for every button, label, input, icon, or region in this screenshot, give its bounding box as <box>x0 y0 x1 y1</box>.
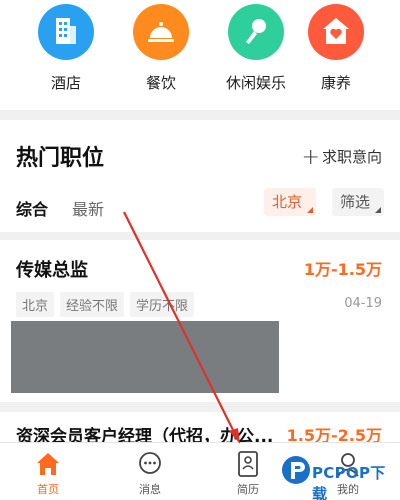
job-tag: 经验不限 <box>60 292 125 317</box>
dish-cover-icon <box>133 4 189 60</box>
nav-resume[interactable]: 简历 <box>218 449 278 497</box>
section-title: 热门职位 <box>16 146 105 171</box>
filter-button[interactable]: 筛选 <box>332 188 385 216</box>
plus-icon: + <box>301 145 320 170</box>
job-tag: 北京 <box>16 292 55 317</box>
watermark-text: PCPOP下载 <box>312 464 386 500</box>
category-label: 康养 <box>320 74 351 92</box>
redacted-block <box>11 321 279 393</box>
tab-comprehensive[interactable]: 综合 <box>16 196 48 220</box>
city-filter[interactable]: 北京 <box>264 188 317 216</box>
pcpop-watermark: PCPOP下载 <box>280 452 398 500</box>
building-icon <box>38 4 94 60</box>
heart-house-icon <box>308 4 364 60</box>
category-wellness[interactable]: 康养 <box>296 4 376 93</box>
category-label: 酒店 <box>50 74 81 92</box>
chat-icon <box>120 449 180 477</box>
nav-home[interactable]: 首页 <box>18 449 78 497</box>
section-separator <box>0 110 400 120</box>
nav-label: 消息 <box>139 483 161 496</box>
home-icon <box>18 449 78 477</box>
job-intent-button[interactable]: + 求职意向 <box>301 145 382 170</box>
resume-icon <box>218 449 278 477</box>
category-leisure[interactable]: 休闲娱乐 <box>216 4 296 93</box>
dropdown-corner-icon <box>307 207 314 213</box>
job-date: 04-19 <box>344 296 382 311</box>
list-divider <box>0 402 400 412</box>
nav-messages[interactable]: 消息 <box>120 449 180 497</box>
job-tags: 北京 经验不限 学历不限 <box>16 292 200 317</box>
job-intent-label: 求职意向 <box>321 148 382 166</box>
category-row: 酒店 餐饮 休闲娱乐 康养 <box>0 0 400 110</box>
category-hotel[interactable]: 酒店 <box>26 4 106 93</box>
filter-label: 筛选 <box>340 193 371 211</box>
pcpop-logo-icon <box>282 456 310 484</box>
microphone-icon <box>228 4 284 60</box>
tab-latest[interactable]: 最新 <box>72 196 104 220</box>
nav-label: 简历 <box>237 483 259 496</box>
job-title[interactable]: 传媒总监 <box>16 256 88 282</box>
hot-jobs-section: 热门职位 + 求职意向 综合 最新 北京 筛选 传媒总监 1万-1.5万 北京 经验… <box>0 120 400 450</box>
list-divider <box>0 232 400 240</box>
category-dining[interactable]: 餐饮 <box>121 4 201 93</box>
nav-label: 首页 <box>37 483 59 496</box>
dropdown-corner-icon <box>375 207 382 213</box>
job-tag: 学历不限 <box>130 292 195 317</box>
category-label: 休闲娱乐 <box>225 74 286 92</box>
job-salary: 1万-1.5万 <box>303 260 382 279</box>
city-filter-label: 北京 <box>272 193 303 211</box>
category-label: 餐饮 <box>145 74 176 92</box>
